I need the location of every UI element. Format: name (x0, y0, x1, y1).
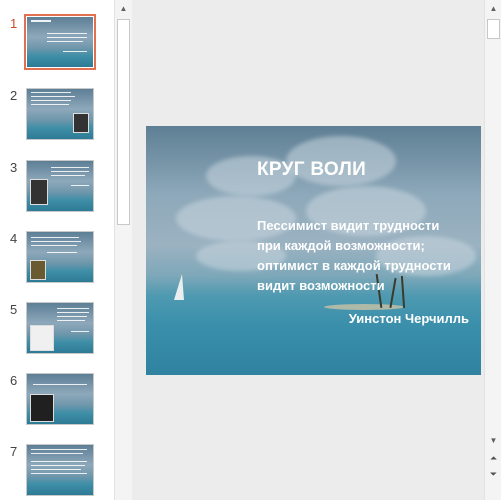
body-line: оптимист в каждой трудности (257, 258, 451, 273)
sailboat (174, 274, 184, 300)
thumbnail-slide-2[interactable]: 2 (0, 88, 114, 148)
thumbnail-slide-7[interactable]: 7 (0, 444, 114, 504)
slide-thumbnail[interactable] (26, 88, 94, 140)
body-line: видит возможности (257, 278, 385, 293)
slide-thumbnail[interactable] (26, 160, 94, 212)
slide-number: 1 (10, 16, 18, 31)
slide-editing-area: КРУГ ВОЛИ Пессимист видит трудности при … (132, 0, 484, 500)
slide-number: 4 (10, 231, 18, 246)
island (324, 304, 404, 310)
thumbnail-slide-6[interactable]: 6 (0, 373, 114, 433)
body-line: Пессимист видит трудности (257, 218, 440, 233)
slide-thumbnail[interactable] (26, 444, 94, 496)
scrollbar-thumb[interactable] (117, 19, 130, 225)
scrollbar-thumb[interactable] (487, 19, 500, 39)
slide-thumbnail-pane: 1 2 3 4 5 6 7 (0, 0, 114, 500)
slide-title[interactable]: КРУГ ВОЛИ (257, 159, 366, 181)
thumbnail-slide-4[interactable]: 4 (0, 231, 114, 291)
slide-number: 6 (10, 373, 18, 388)
triangle-up-icon[interactable]: ▲ (115, 0, 132, 17)
triangle-down-icon[interactable]: ▼ (485, 432, 501, 449)
slide-number: 7 (10, 444, 18, 459)
thumbnail-slide-3[interactable]: 3 (0, 160, 114, 220)
slide-body-text[interactable]: Пессимист видит трудности при каждой воз… (257, 216, 472, 296)
triangle-up-icon[interactable]: ▲ (485, 0, 501, 17)
slide-thumbnail[interactable] (26, 373, 94, 425)
slide-thumbnail[interactable] (26, 302, 94, 354)
slide-scrollbar[interactable]: ▲ ▼ ⏶ ⏷ (484, 0, 501, 500)
double-chevron-up-icon[interactable]: ⏶ (487, 452, 500, 465)
slide-thumbnail[interactable] (26, 231, 94, 283)
thumbnail-slide-1[interactable]: 1 (0, 14, 114, 76)
thumbnail-scrollbar[interactable]: ▲ (114, 0, 132, 500)
current-slide[interactable]: КРУГ ВОЛИ Пессимист видит трудности при … (146, 126, 481, 375)
slide-number: 3 (10, 160, 18, 175)
body-line: при каждой возможности; (257, 238, 425, 253)
slide-number: 2 (10, 88, 18, 103)
slide-author[interactable]: Уинстон Черчилль (349, 311, 469, 326)
slide-thumbnail[interactable] (24, 14, 96, 70)
slide-number: 5 (10, 302, 18, 317)
thumbnail-slide-5[interactable]: 5 (0, 302, 114, 362)
double-chevron-down-icon[interactable]: ⏷ (487, 468, 500, 481)
